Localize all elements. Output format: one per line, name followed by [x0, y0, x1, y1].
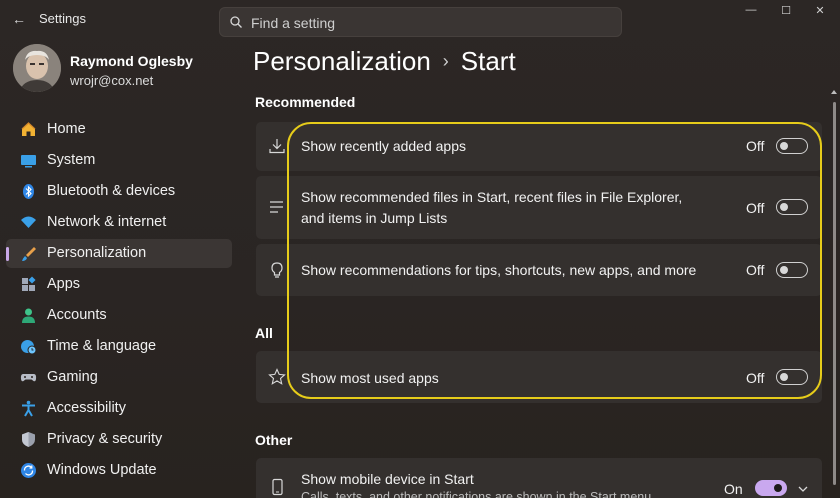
- system-icon: [21, 155, 36, 168]
- apps-icon: [22, 276, 36, 291]
- sidebar-item-bluetooth[interactable]: Bluetooth & devices: [6, 177, 232, 206]
- sidebar-item-label: Home: [47, 121, 86, 137]
- setting-show-tips[interactable]: Show recommendations for tips, shortcuts…: [256, 244, 822, 296]
- setting-label-line1: Show recommended files in Start, recent …: [301, 189, 683, 205]
- globe-clock-icon: [21, 340, 37, 355]
- search-input[interactable]: Find a setting: [251, 15, 335, 31]
- app-title: Settings: [39, 11, 86, 26]
- sidebar-item-network[interactable]: Network & internet: [6, 208, 232, 237]
- toggle-state-text: On: [724, 481, 743, 497]
- sidebar-item-label: Apps: [47, 276, 81, 292]
- most-used-toggle[interactable]: [776, 369, 808, 385]
- toggle-knob: [774, 483, 782, 492]
- star-icon: [268, 368, 286, 385]
- setting-show-recent-apps[interactable]: Show recently added apps Off: [256, 122, 822, 171]
- sidebar-item-label: Accessibility: [47, 400, 126, 416]
- home-icon: [21, 122, 36, 136]
- recent-apps-toggle[interactable]: [776, 138, 808, 154]
- scrollbar[interactable]: [831, 88, 837, 490]
- toggle-state-text: Off: [746, 370, 765, 386]
- setting-show-mobile-device[interactable]: Show mobile device in Start Calls, texts…: [256, 458, 822, 498]
- sidebar-item-apps[interactable]: Apps: [6, 270, 232, 299]
- close-icon: ✕: [815, 5, 825, 17]
- toggle-knob: [780, 202, 788, 211]
- section-heading-all: All: [255, 325, 273, 341]
- maximize-button[interactable]: ☐: [773, 4, 799, 20]
- sidebar-item-privacy[interactable]: Privacy & security: [6, 425, 232, 454]
- user-name: Raymond Oglesby: [70, 53, 193, 69]
- sidebar-item-label: Time & language: [47, 338, 157, 354]
- accounts-icon: [22, 308, 35, 323]
- setting-label-line2: and items in Jump Lists: [301, 210, 448, 226]
- list-icon: [270, 201, 283, 213]
- tips-toggle[interactable]: [776, 262, 808, 278]
- sidebar-item-gaming[interactable]: Gaming: [6, 363, 232, 392]
- setting-label: Show recommendations for tips, shortcuts…: [301, 262, 697, 278]
- chevron-down-icon[interactable]: [796, 484, 810, 494]
- back-arrow-icon: ←: [12, 11, 26, 27]
- accessibility-icon: [22, 400, 35, 417]
- back-button[interactable]: ←: [10, 9, 28, 29]
- breadcrumb: Personalization › Start: [253, 46, 516, 77]
- sidebar-item-accounts[interactable]: Accounts: [6, 301, 232, 330]
- title-bar: ← Settings Find a setting — ☐ ✕: [0, 0, 840, 40]
- bluetooth-icon: [23, 184, 34, 199]
- minimize-button[interactable]: —: [738, 4, 764, 20]
- lightbulb-icon: [271, 262, 283, 278]
- toggle-knob: [780, 372, 788, 381]
- sidebar-item-system[interactable]: System: [6, 146, 232, 175]
- update-icon: [21, 463, 36, 478]
- breadcrumb-chevron-icon: ›: [442, 51, 449, 71]
- setting-sublabel: Calls, texts, and other notifications ar…: [301, 490, 652, 498]
- avatar[interactable]: [13, 44, 61, 92]
- scroll-thumb[interactable]: [833, 102, 836, 485]
- sidebar-item-personalization[interactable]: Personalization: [6, 239, 232, 268]
- download-icon: [269, 139, 285, 154]
- page-title: Start: [460, 46, 516, 76]
- sidebar-item-label: Windows Update: [47, 462, 157, 478]
- sidebar-item-label: Gaming: [47, 369, 98, 385]
- sidebar-item-windows-update[interactable]: Windows Update: [6, 456, 232, 485]
- user-email: wrojr@cox.net: [70, 73, 154, 88]
- sidebar-item-label: Personalization: [47, 245, 147, 261]
- mobile-device-toggle[interactable]: [755, 480, 787, 496]
- sidebar-item-label: Privacy & security: [47, 431, 163, 447]
- sidebar-item-label: System: [47, 152, 96, 168]
- gamepad-icon: [20, 374, 37, 382]
- shield-icon: [22, 432, 35, 447]
- sidebar-item-accessibility[interactable]: Accessibility: [6, 394, 232, 423]
- toggle-state-text: Off: [746, 138, 765, 154]
- settings-window: ← Settings Find a setting — ☐ ✕ Raymond …: [0, 0, 840, 498]
- maximize-icon: ☐: [781, 5, 791, 17]
- section-heading-other: Other: [255, 432, 293, 448]
- active-indicator: [6, 247, 9, 261]
- breadcrumb-parent[interactable]: Personalization: [253, 46, 431, 76]
- toggle-knob: [780, 265, 788, 274]
- user-photo-icon: [13, 44, 61, 92]
- section-heading-recommended: Recommended: [255, 94, 356, 110]
- toggle-knob: [780, 141, 788, 150]
- sidebar-item-label: Network & internet: [47, 214, 167, 230]
- search-icon: [230, 16, 242, 28]
- sidebar-item-label: Bluetooth & devices: [47, 183, 176, 199]
- scroll-up-arrow-icon[interactable]: [831, 88, 837, 96]
- sidebar-item-home[interactable]: Home: [6, 115, 232, 144]
- setting-show-recommended-files[interactable]: Show recommended files in Start, recent …: [256, 176, 822, 239]
- setting-label: Show mobile device in Start: [301, 471, 474, 487]
- setting-label: Show most used apps: [301, 370, 439, 386]
- sidebar-item-label: Accounts: [47, 307, 107, 323]
- toggle-state-text: Off: [746, 262, 765, 278]
- close-button[interactable]: ✕: [807, 4, 833, 20]
- setting-show-most-used[interactable]: Show most used apps Off: [256, 351, 822, 403]
- wifi-icon: [21, 216, 36, 228]
- minimize-icon: —: [745, 4, 757, 16]
- sidebar-item-time-language[interactable]: Time & language: [6, 332, 232, 361]
- phone-icon: [272, 478, 283, 496]
- setting-label: Show recently added apps: [301, 138, 466, 154]
- recommended-files-toggle[interactable]: [776, 199, 808, 215]
- brush-icon: [22, 247, 36, 261]
- toggle-state-text: Off: [746, 200, 765, 216]
- search-box[interactable]: Find a setting: [219, 7, 622, 37]
